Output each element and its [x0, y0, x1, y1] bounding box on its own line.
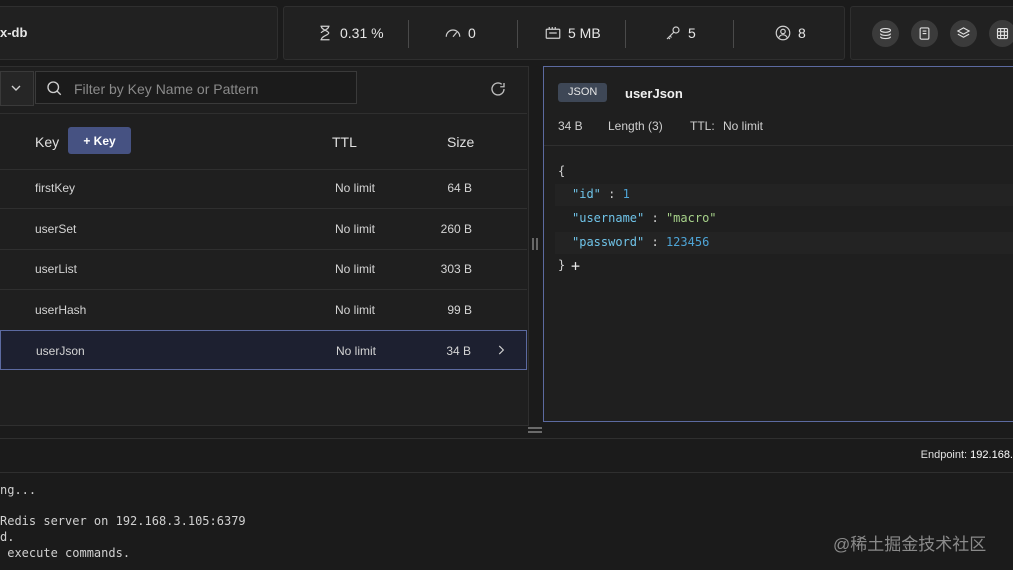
key-row-name: firstKey: [35, 181, 76, 195]
horizontal-resize-handle[interactable]: [528, 427, 542, 433]
ops-value: 0: [468, 25, 476, 41]
key-icon: [666, 26, 680, 40]
vertical-resize-handle[interactable]: [532, 238, 538, 250]
clients-stat: 8: [774, 7, 806, 59]
key-row[interactable]: firstKey No limit 64 B: [0, 168, 527, 209]
cli-endpoint: Endpoint: 192.168.: [921, 449, 1013, 461]
keys-value: 5: [688, 25, 696, 41]
cli-output-line: d.: [0, 530, 15, 544]
add-key-button[interactable]: + Key: [68, 127, 131, 154]
ops-stat: 0: [444, 7, 476, 59]
key-row-name: userSet: [35, 221, 77, 236]
workbench-button[interactable]: [989, 20, 1013, 47]
search-icon: [47, 81, 62, 96]
column-header-key: Key: [35, 134, 60, 150]
key-row[interactable]: userSet No limit 260 B: [0, 209, 527, 250]
key-row-size: 303 B: [440, 262, 472, 276]
key-row-ttl: No limit: [335, 181, 376, 195]
key-row[interactable]: userJson No limit 34 B: [0, 330, 527, 370]
add-json-field-button[interactable]: +: [571, 257, 580, 275]
memory-icon: [545, 27, 561, 39]
json-entry-value: "macro": [665, 211, 717, 225]
column-header-ttl[interactable]: TTL: [332, 134, 357, 150]
cli-output-line: Redis server on 192.168.3.105:6379: [0, 514, 246, 528]
endpoint-value: 192.168.: [970, 449, 1013, 461]
user-circle-icon: [775, 25, 791, 41]
key-row-size: 34 B: [446, 344, 471, 358]
document-icon: [919, 27, 930, 40]
key-filter-field[interactable]: [35, 71, 357, 105]
json-open-brace: {: [558, 164, 566, 178]
grid-icon: [996, 27, 1009, 40]
chevron-down-icon: [11, 85, 21, 91]
json-entry-key: "id": [572, 187, 601, 201]
key-type-filter[interactable]: [0, 71, 34, 106]
json-entry-value: 1: [622, 187, 630, 201]
database-card: [0, 6, 278, 60]
clients-value: 8: [798, 25, 806, 41]
json-entry-separator: :: [608, 187, 616, 201]
key-type-badge: JSON: [558, 83, 608, 102]
key-row-size: 99 B: [447, 302, 472, 317]
key-size: 34 B: [558, 119, 583, 133]
stats-bar: 0.31 % 0 5 MB 5 8: [283, 6, 845, 60]
key-filter-input[interactable]: [72, 72, 356, 105]
json-entry-separator: :: [651, 211, 659, 225]
pubsub-button[interactable]: [872, 20, 899, 47]
profiler-button[interactable]: [911, 20, 938, 47]
cli-output-line: ng...: [0, 483, 37, 497]
cpu-stat: 0.31 %: [316, 7, 384, 59]
hourglass-icon: [320, 25, 330, 41]
gauge-icon: [445, 29, 461, 38]
key-name-title[interactable]: userJson: [625, 86, 683, 101]
json-entry-separator: :: [651, 235, 659, 249]
key-row-size: 64 B: [447, 181, 472, 195]
database-name: x-db: [0, 25, 28, 40]
key-ttl-label: TTL:: [690, 119, 715, 133]
key-row-name: userList: [35, 262, 78, 276]
key-row[interactable]: userHash No limit 99 B: [0, 290, 527, 331]
key-row-ttl: No limit: [335, 221, 376, 236]
key-row-ttl: No limit: [335, 262, 376, 276]
key-row-name: userHash: [35, 302, 87, 317]
endpoint-label: Endpoint:: [920, 449, 968, 461]
layers-icon: [956, 27, 971, 38]
refresh-icon[interactable]: [489, 80, 507, 98]
json-entry[interactable]: "id" : 1: [572, 187, 630, 201]
json-entry[interactable]: "username" : "macro": [572, 211, 717, 225]
cli-output-line: execute commands.: [0, 546, 131, 560]
json-entry-key: "password": [572, 235, 645, 249]
json-entry[interactable]: "password" : 123456: [572, 235, 709, 249]
key-row[interactable]: userList No limit 303 B: [0, 249, 527, 290]
key-row-ttl: No limit: [336, 344, 377, 358]
key-row-size: 260 B: [440, 221, 472, 236]
memory-value: 5 MB: [568, 25, 601, 41]
key-row-name: userJson: [36, 344, 85, 358]
json-close-brace: }: [558, 258, 566, 272]
watermark: @稀土掘金技术社区: [833, 535, 987, 554]
key-length: Length (3): [608, 119, 663, 133]
column-header-size[interactable]: Size: [447, 134, 474, 150]
cpu-value: 0.31 %: [340, 25, 384, 41]
memory-stat: 5 MB: [544, 7, 601, 59]
cli-header: [0, 438, 1013, 473]
keys-stat: 5: [664, 7, 696, 59]
details-divider: [544, 145, 1013, 146]
json-entry-key: "username": [572, 211, 645, 225]
layers-stack-icon: [879, 27, 892, 40]
json-entry-value: 123456: [665, 235, 710, 249]
key-row-ttl: No limit: [335, 302, 376, 317]
key-ttl-value[interactable]: No limit: [723, 119, 763, 133]
tools-bar: [850, 6, 1013, 60]
chevron-right-icon: [498, 345, 505, 355]
analysis-button[interactable]: [950, 20, 977, 47]
